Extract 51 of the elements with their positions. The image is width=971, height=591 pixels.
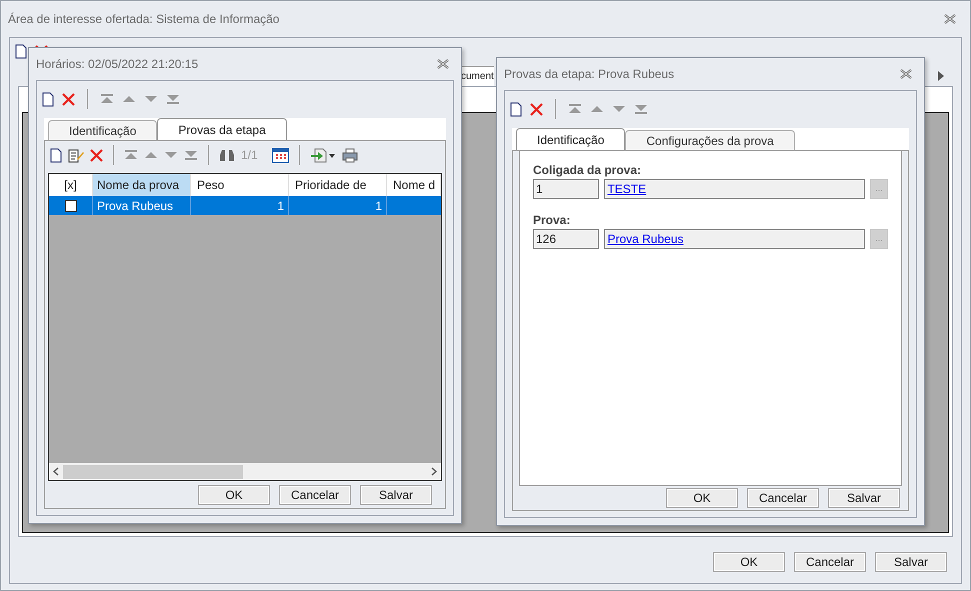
name-field[interactable]: Prova Rubeus <box>604 229 865 249</box>
binoculars-icon[interactable] <box>219 148 235 162</box>
tab[interactable]: cument <box>461 66 494 86</box>
dialog-button[interactable]: Salvar <box>360 484 432 504</box>
table-cell: 1 <box>191 196 289 215</box>
dialog-button[interactable]: Cancelar <box>794 552 866 572</box>
tab[interactable]: Identificação <box>48 120 158 140</box>
code-field[interactable]: 126 <box>533 229 600 249</box>
arrow-right-icon[interactable] <box>937 70 945 82</box>
checkbox[interactable] <box>64 200 76 212</box>
tab[interactable]: Provas da etapa <box>157 118 287 140</box>
delete-icon[interactable] <box>62 92 75 106</box>
delete-icon[interactable] <box>530 102 543 116</box>
tab[interactable]: Configurações da prova <box>625 130 795 150</box>
record-link[interactable]: TESTE <box>607 180 646 198</box>
window-title: Área de interesse ofertada: Sistema de Informação <box>8 11 280 28</box>
dialog-button[interactable]: OK <box>666 488 738 508</box>
field-label: Coligada da prova: <box>533 162 642 179</box>
new-document-icon[interactable] <box>50 148 62 162</box>
field-label: Prova: <box>533 212 572 229</box>
dialog-button[interactable]: Cancelar <box>747 488 819 508</box>
horizontal-scrollbar[interactable] <box>49 463 441 480</box>
table-cell: Prova Rubeus <box>93 196 191 215</box>
tab[interactable]: Identificação <box>516 128 626 150</box>
edit-icon[interactable] <box>68 148 84 162</box>
new-document-icon[interactable] <box>510 102 522 116</box>
record-counter: 1/1 <box>241 147 258 164</box>
window-title: Provas da etapa: Prova Rubeus <box>504 66 674 83</box>
record-link[interactable]: Prova Rubeus <box>607 230 684 248</box>
scroll-right-icon[interactable] <box>431 467 437 476</box>
scroll-left-icon[interactable] <box>53 467 59 476</box>
close-icon[interactable] <box>437 59 449 69</box>
dialog-button[interactable]: OK <box>198 484 270 504</box>
close-icon[interactable] <box>900 69 912 79</box>
export-icon[interactable] <box>310 148 336 162</box>
dialog-button[interactable]: Salvar <box>875 552 947 572</box>
name-field[interactable]: TESTE <box>604 179 865 199</box>
delete-icon[interactable] <box>90 148 103 162</box>
new-document-icon[interactable] <box>15 44 27 58</box>
column-header[interactable]: Nome da prova <box>93 174 191 196</box>
window-title: Horários: 02/05/2022 21:20:15 <box>36 56 198 73</box>
dialog-button[interactable]: Salvar <box>828 488 900 508</box>
dialog-button[interactable]: OK <box>713 552 785 572</box>
table-row[interactable]: Prova Rubeus 1 1 <box>49 196 441 215</box>
dialog-button[interactable]: Cancelar <box>279 484 351 504</box>
printer-icon[interactable] <box>342 148 358 162</box>
table-cell: 1 <box>289 196 387 215</box>
new-document-icon[interactable] <box>42 92 54 106</box>
grid-icon[interactable] <box>272 148 289 162</box>
close-icon[interactable] <box>944 14 956 24</box>
code-field[interactable]: 1 <box>533 179 600 199</box>
